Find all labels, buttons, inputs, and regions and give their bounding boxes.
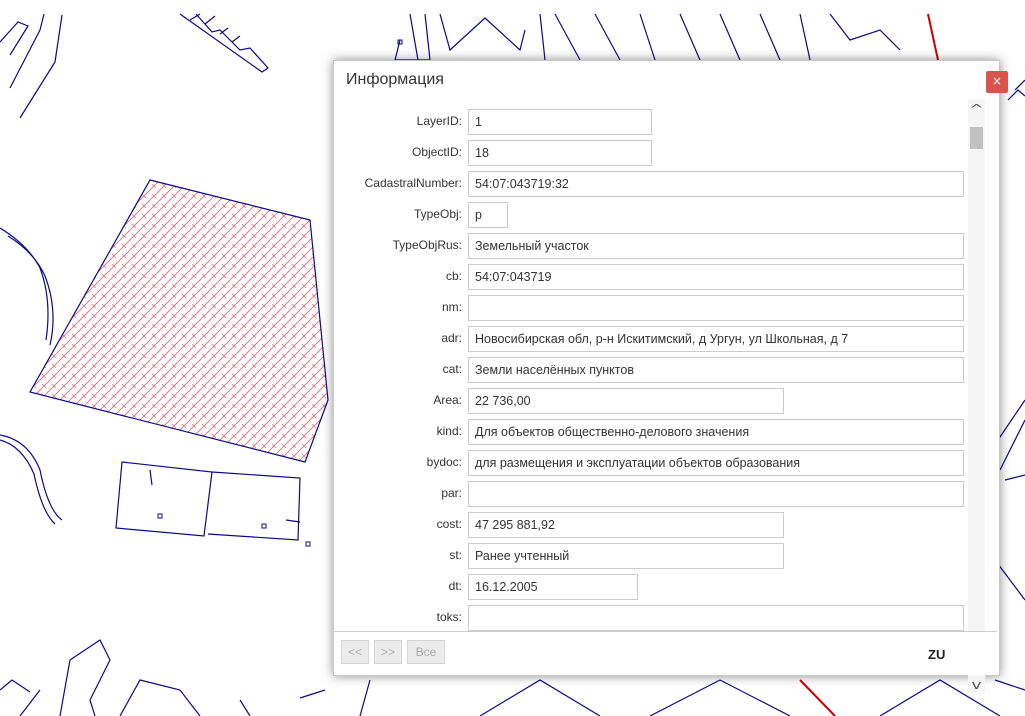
close-button[interactable]: × [986, 71, 1008, 93]
field-label: st: [449, 548, 462, 562]
scroll-thumb[interactable] [970, 127, 983, 149]
field-label: ObjectID: [411, 145, 462, 159]
chevron-up-icon[interactable]: ^ [965, 101, 989, 118]
field-label: par: [441, 486, 462, 500]
area-field[interactable] [468, 388, 784, 414]
field-label: toks: [436, 610, 462, 624]
field-label: dt: [448, 579, 462, 593]
adr-field[interactable] [468, 326, 964, 352]
vertical-scrollbar[interactable]: ^ v [968, 99, 985, 693]
field-label: TypeObjRus: [392, 238, 462, 252]
par-field[interactable] [468, 481, 964, 507]
field-label: kind: [436, 424, 462, 438]
next-button[interactable]: >> [374, 640, 402, 664]
layer-tag: ZU [928, 647, 946, 662]
dt-field[interactable] [468, 574, 638, 600]
info-dialog: Информация × LayerID: ObjectID: Cadastra… [333, 60, 1008, 693]
field-label: TypeObj: [413, 207, 462, 221]
show-all-button[interactable]: Все [407, 640, 445, 664]
field-label: CadastralNumber: [364, 176, 462, 190]
typeobjrus-field[interactable] [468, 233, 964, 259]
field-label: cost: [436, 517, 462, 531]
field-label: nm: [441, 300, 462, 314]
dialog-title: Информация [346, 71, 444, 88]
field-label: adr: [441, 331, 462, 345]
st-field[interactable] [468, 543, 784, 569]
cat-field[interactable] [468, 357, 964, 383]
cb-field[interactable] [468, 264, 964, 290]
kind-field[interactable] [468, 419, 964, 445]
objectid-field[interactable] [468, 140, 652, 166]
typeobj-field[interactable] [468, 202, 508, 228]
field-label: LayerID: [416, 114, 462, 128]
selected-parcel [29, 179, 329, 463]
chevron-down-icon[interactable]: v [965, 677, 989, 694]
nm-field[interactable] [468, 295, 964, 321]
toks-field[interactable] [468, 605, 964, 631]
prev-button[interactable]: << [341, 640, 369, 664]
field-label: cat: [442, 362, 462, 376]
field-label: Area: [433, 393, 462, 407]
field-label: bydoc: [426, 455, 462, 469]
layerid-field[interactable] [468, 109, 652, 135]
bydoc-field[interactable] [468, 450, 964, 476]
cost-field[interactable] [468, 512, 784, 538]
dialog-footer: << >> Все ZU [334, 631, 997, 675]
cadastralnumber-field[interactable] [468, 171, 964, 197]
field-label: cb: [445, 269, 462, 283]
